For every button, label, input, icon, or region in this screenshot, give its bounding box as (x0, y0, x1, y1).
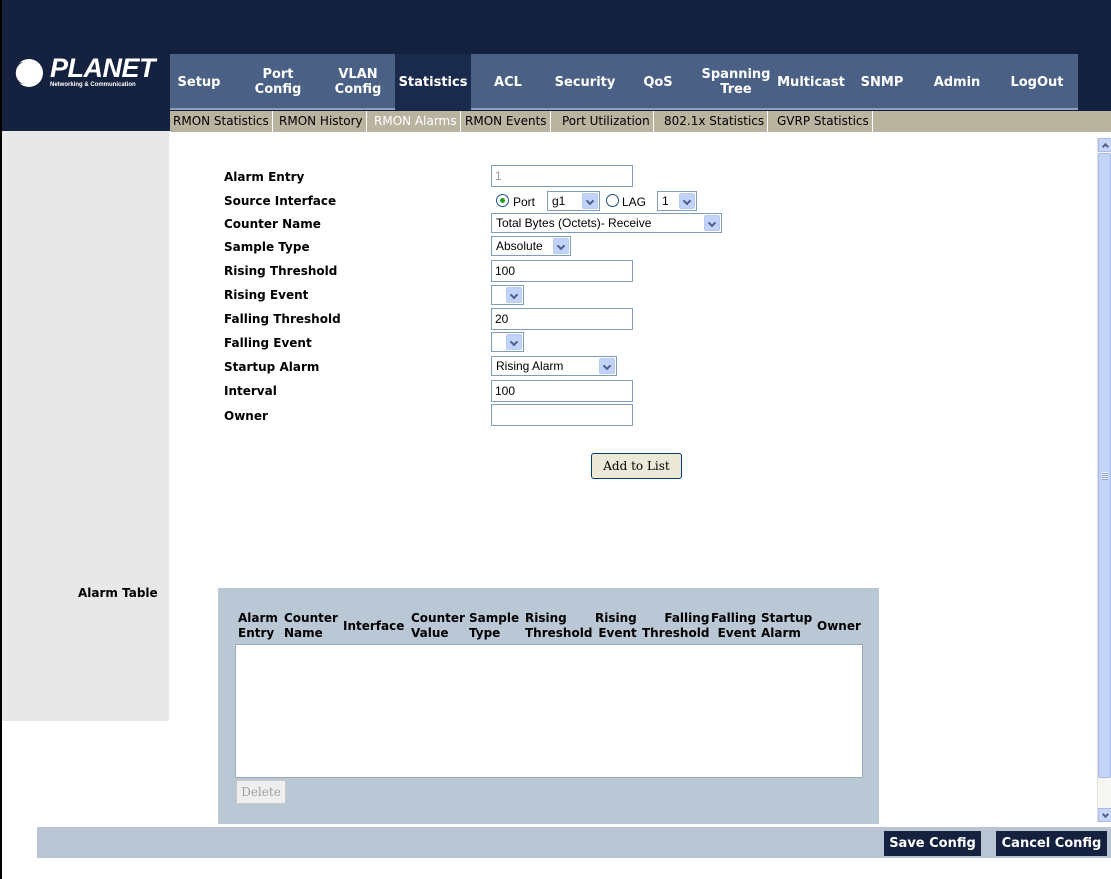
rising-threshold-field[interactable]: 100 (491, 260, 633, 282)
nav-spanning-tree[interactable]: Spanning Tree (696, 54, 776, 110)
source-lag-radio-label: LAG (622, 195, 647, 209)
source-port-radio[interactable] (496, 194, 509, 207)
col-sample-type: Sample Type (469, 611, 520, 640)
chevron-down-icon (506, 287, 522, 303)
planet-logo-icon (14, 59, 43, 87)
scroll-up-icon[interactable] (1098, 138, 1111, 152)
brand-name: PLANET (50, 53, 156, 83)
alarm-table-label: Alarm Table (78, 586, 158, 600)
rising-event-label: Rising Event (224, 288, 309, 302)
col-interface: Interface (343, 619, 405, 633)
chevron-down-icon (704, 215, 720, 231)
subnav-rmon-history[interactable]: RMON History (276, 111, 367, 132)
vertical-scrollbar[interactable] (1097, 138, 1111, 822)
chevron-down-icon (582, 193, 598, 209)
nav-snmp[interactable]: SNMP (858, 54, 906, 110)
planet-logo: PLANET Networking & Communication (14, 53, 156, 95)
delete-button[interactable]: Delete (236, 780, 286, 804)
subnav-gvrp-statistics[interactable]: GVRP Statistics (774, 111, 873, 132)
counter-name-select[interactable]: Total Bytes (Octets)- Receive (491, 213, 722, 233)
subnav-rmon-events[interactable]: RMON Events (462, 111, 551, 132)
nav-multicast[interactable]: Multicast (774, 54, 848, 110)
source-lag-value: 1 (662, 194, 669, 208)
col-startup-alarm: Startup Alarm (761, 611, 813, 640)
scrollbar-thumb[interactable] (1098, 153, 1111, 778)
source-lag-select[interactable]: 1 (657, 191, 697, 211)
chevron-down-icon (553, 238, 569, 254)
nav-statistics[interactable]: Statistics (395, 54, 471, 110)
interval-label: Interval (224, 384, 277, 398)
alarm-table-body (235, 644, 863, 778)
nav-setup[interactable]: Setup (170, 54, 228, 110)
counter-name-label: Counter Name (224, 217, 321, 231)
source-port-value: g1 (552, 194, 566, 208)
main-nav: Setup Port Config VLAN Config Statistics… (170, 54, 1078, 110)
owner-field[interactable] (491, 404, 633, 426)
col-falling-threshold: Falling Threshold (642, 611, 710, 640)
falling-threshold-label: Falling Threshold (224, 312, 341, 326)
nav-qos[interactable]: QoS (636, 54, 680, 110)
left-column (2, 131, 169, 721)
col-owner: Owner (817, 619, 861, 633)
source-lag-radio[interactable] (606, 194, 619, 207)
add-to-list-button[interactable]: Add to List (591, 453, 682, 479)
falling-threshold-field[interactable]: 20 (491, 308, 633, 330)
subnav-8021x-statistics[interactable]: 802.1x Statistics (661, 111, 769, 132)
chevron-down-icon (506, 334, 522, 350)
nav-port-config[interactable]: Port Config (240, 54, 316, 110)
brand-tagline: Networking & Communication (50, 82, 136, 88)
startup-alarm-value: Rising Alarm (496, 359, 564, 373)
nav-acl[interactable]: ACL (486, 54, 530, 110)
rising-threshold-label: Rising Threshold (224, 264, 338, 278)
alarm-entry-field: 1 (491, 165, 633, 187)
cancel-config-button[interactable]: Cancel Config (996, 831, 1107, 856)
subnav-port-utilization[interactable]: Port Utilization (559, 111, 654, 132)
subnav-rmon-alarms[interactable]: RMON Alarms (371, 111, 461, 132)
alarm-entry-label: Alarm Entry (224, 170, 305, 184)
col-alarm-entry: Alarm Entry (238, 611, 278, 640)
falling-event-select[interactable] (491, 332, 524, 352)
owner-label: Owner (224, 409, 268, 423)
bottom-left-gap (2, 722, 37, 858)
subnav-rmon-statistics[interactable]: RMON Statistics (170, 111, 273, 132)
col-falling-event: Falling Event (711, 611, 757, 640)
sample-type-select[interactable]: Absolute (491, 236, 571, 256)
counter-name-value: Total Bytes (Octets)- Receive (496, 216, 652, 230)
grip-icon (1102, 472, 1108, 480)
source-port-select[interactable]: g1 (547, 191, 600, 211)
sub-nav: RMON Statistics RMON History RMON Alarms… (170, 111, 1111, 132)
chevron-down-icon (679, 193, 695, 209)
interval-field[interactable]: 100 (491, 380, 633, 402)
nav-vlan-config[interactable]: VLAN Config (326, 54, 390, 110)
nav-logout[interactable]: LogOut (1004, 54, 1070, 110)
nav-security[interactable]: Security (548, 54, 622, 110)
save-config-button[interactable]: Save Config (884, 831, 981, 856)
rising-event-select[interactable] (491, 285, 524, 305)
startup-alarm-select[interactable]: Rising Alarm (491, 356, 617, 376)
sample-type-value: Absolute (496, 239, 543, 253)
scroll-down-icon[interactable] (1098, 808, 1111, 822)
col-counter-name: Counter Name (284, 611, 338, 640)
source-interface-label: Source Interface (224, 194, 337, 208)
col-rising-event: Rising Event (595, 611, 637, 640)
chevron-down-icon (599, 358, 615, 374)
falling-event-label: Falling Event (224, 336, 312, 350)
nav-admin[interactable]: Admin (932, 54, 982, 110)
startup-alarm-label: Startup Alarm (224, 360, 320, 374)
sample-type-label: Sample Type (224, 240, 310, 254)
col-counter-value: Counter Value (411, 611, 465, 640)
source-port-radio-label: Port (513, 195, 536, 209)
col-rising-threshold: Rising Threshold (525, 611, 593, 640)
